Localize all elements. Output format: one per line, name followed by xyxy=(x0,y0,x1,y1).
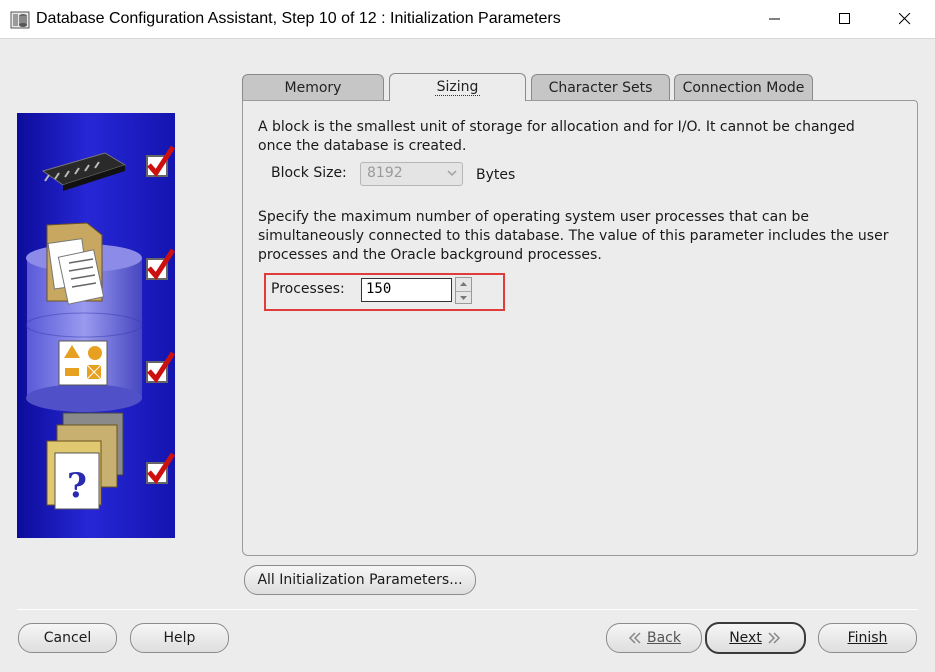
check-icon-storage xyxy=(146,248,175,281)
footer-separator xyxy=(17,609,918,610)
dbca-window: Database Configuration Assistant, Step 1… xyxy=(0,0,935,672)
stepper-down-button[interactable] xyxy=(456,291,471,303)
all-parameters-label: All Initialization Parameters... xyxy=(257,572,463,588)
processes-label: Processes: xyxy=(271,281,345,297)
chevron-down-icon xyxy=(447,170,457,177)
next-label: Next xyxy=(729,630,762,646)
tab-connection-mode-label: Connection Mode xyxy=(682,79,805,96)
block-description-line2: once the database is created. xyxy=(258,138,467,154)
processes-description-line1: Specify the maximum number of operating … xyxy=(258,209,810,225)
minimize-button[interactable] xyxy=(752,0,798,39)
block-size-unit: Bytes xyxy=(476,167,516,183)
block-size-label: Block Size: xyxy=(271,165,347,181)
stepper-up-button[interactable] xyxy=(456,278,471,290)
step-checkmarks xyxy=(146,145,175,485)
cancel-label: Cancel xyxy=(43,630,92,646)
tab-memory[interactable]: Memory xyxy=(242,74,384,100)
documents-folder-icon xyxy=(46,222,105,305)
close-button[interactable] xyxy=(882,0,928,39)
tab-character-sets-label: Character Sets xyxy=(548,79,653,96)
chevron-right-icon xyxy=(768,632,780,644)
shapes-box-icon xyxy=(58,340,108,386)
back-button[interactable]: Back xyxy=(606,623,702,653)
block-size-value: 8192 xyxy=(367,165,403,181)
help-documents-icon: ? xyxy=(46,412,124,510)
window-title: Database Configuration Assistant, Step 1… xyxy=(36,10,561,27)
processes-input[interactable]: 150 xyxy=(361,278,452,302)
database-app-icon xyxy=(10,11,30,29)
minimize-icon xyxy=(769,18,780,20)
processes-description-line3: processes and the Oracle background proc… xyxy=(258,247,602,263)
check-icon-options xyxy=(146,351,175,384)
chevron-left-icon xyxy=(628,632,641,644)
title-bar: Database Configuration Assistant, Step 1… xyxy=(0,0,935,39)
chevron-down-icon xyxy=(460,295,467,300)
help-button[interactable]: Help xyxy=(130,623,229,653)
memory-chip-icon xyxy=(41,152,127,191)
svg-text:?: ? xyxy=(67,466,87,506)
wizard-illustration: ? xyxy=(17,113,175,538)
tab-memory-label: Memory xyxy=(284,79,342,96)
check-icon-memory xyxy=(146,145,175,178)
all-parameters-button[interactable]: All Initialization Parameters... xyxy=(244,565,476,595)
block-size-select: 8192 xyxy=(360,162,463,186)
finish-label: Finish xyxy=(847,630,888,646)
maximize-button[interactable] xyxy=(822,0,868,39)
help-label: Help xyxy=(163,630,196,646)
close-icon xyxy=(899,13,911,25)
block-description-line1: A block is the smallest unit of storage … xyxy=(258,119,855,135)
cancel-button[interactable]: Cancel xyxy=(18,623,117,653)
maximize-icon xyxy=(839,13,850,24)
chevron-up-icon xyxy=(460,282,467,286)
sizing-tab-panel: A block is the smallest unit of storage … xyxy=(242,100,918,556)
tab-sizing-label: Sizing xyxy=(434,79,481,96)
back-label: Back xyxy=(647,630,681,646)
tab-sizing[interactable]: Sizing xyxy=(389,73,526,101)
finish-button[interactable]: Finish xyxy=(818,623,917,653)
check-icon-help xyxy=(146,452,175,485)
tab-connection-mode[interactable]: Connection Mode xyxy=(674,74,813,100)
dialog-client-area: ? Memory Sizing Character Sets Connectio… xyxy=(0,40,935,672)
processes-description-line2: simultaneously connected to this databas… xyxy=(258,228,889,244)
next-button[interactable]: Next xyxy=(705,622,806,654)
processes-stepper xyxy=(455,277,472,304)
tab-character-sets[interactable]: Character Sets xyxy=(531,74,670,100)
